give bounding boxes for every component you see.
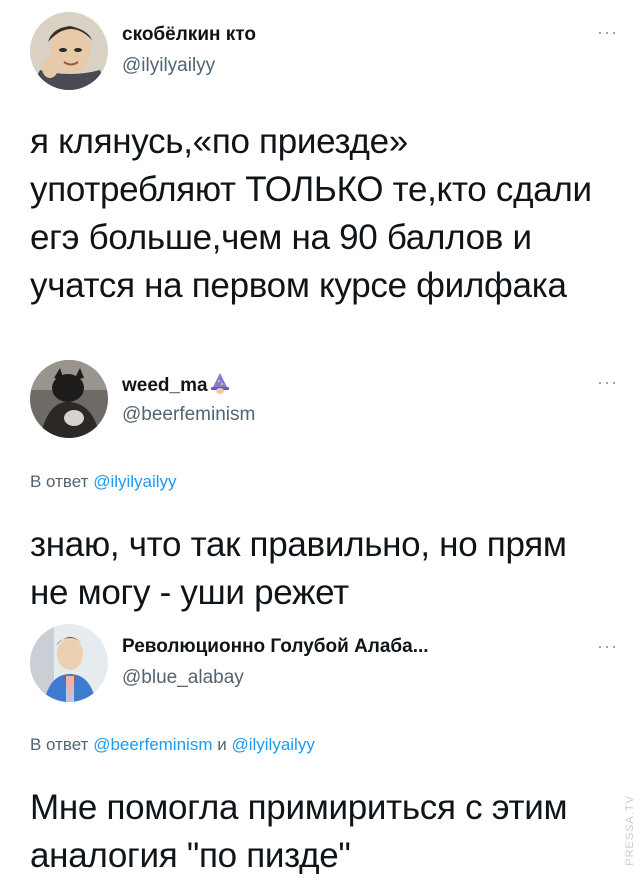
reply-context: В ответ @beerfeminism и @ilyilyailyy [30, 735, 315, 755]
user-handle[interactable]: @ilyilyailyy [122, 55, 215, 77]
tweet-text: Мне помогла примириться с этим аналогия … [30, 788, 568, 875]
reply-handle-link[interactable]: @ilyilyailyy [93, 472, 176, 491]
reply-handle-link[interactable]: @ilyilyailyy [231, 735, 314, 754]
avatar-photo-icon [30, 624, 108, 702]
more-options-icon[interactable]: ··· [597, 372, 618, 393]
avatar[interactable] [30, 360, 108, 438]
tweet-1: скобёлкин кто @ilyilyailyy ··· я клянусь… [0, 0, 640, 360]
wizard-emoji-icon [210, 372, 230, 400]
reply-prefix: В ответ [30, 472, 89, 491]
avatar[interactable] [30, 624, 108, 702]
avatar-photo-icon [30, 360, 108, 438]
more-options-icon[interactable]: ··· [597, 22, 618, 43]
display-name[interactable]: Революционно Голубой Алаба... [122, 636, 429, 658]
more-options-icon[interactable]: ··· [597, 636, 618, 657]
user-handle[interactable]: @beerfeminism [122, 404, 255, 426]
reply-joiner: и [217, 735, 227, 754]
reply-context: В ответ @ilyilyailyy [30, 472, 177, 492]
display-name-text: weed_ma [122, 375, 208, 396]
reply-handle-link[interactable]: @beerfeminism [93, 735, 212, 754]
display-name[interactable]: скобёлкин кто [122, 24, 256, 46]
watermark: PRESSA.TV [624, 795, 636, 866]
avatar-photo-icon [30, 12, 108, 90]
user-handle[interactable]: @blue_alabay [122, 667, 244, 689]
tweet-text: я клянусь,«по приезде» употребляют ТОЛЬК… [30, 122, 592, 305]
display-name[interactable]: weed_ma [122, 372, 230, 400]
tweet-text: знаю, что так правильно, но прям не могу… [30, 525, 567, 612]
avatar[interactable] [30, 12, 108, 90]
reply-prefix: В ответ [30, 735, 89, 754]
